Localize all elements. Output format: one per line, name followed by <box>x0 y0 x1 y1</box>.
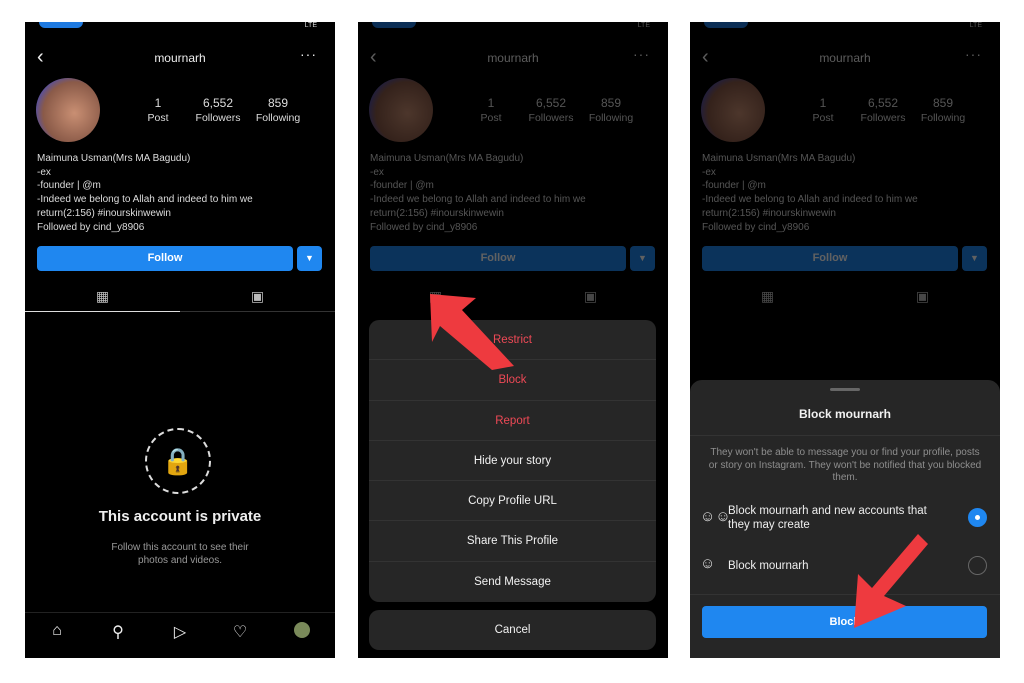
tagged-tab-icon[interactable]: ▣ <box>180 288 335 305</box>
bio-line: -founder | @m <box>37 180 101 192</box>
bio-line: -Indeed we belong to Allah and indeed to… <box>37 194 253 206</box>
bio-line: return(2:156) #inourskinwewin <box>37 207 171 219</box>
menu-item-report[interactable]: Report <box>369 401 656 441</box>
radio-block-and-new[interactable] <box>968 508 987 527</box>
phone-profile: LTE ‹ mournarh ··· 1 Post 6,552 Followers … <box>25 22 335 658</box>
pointer-arrow-icon <box>430 294 514 370</box>
radio-block-only[interactable] <box>968 556 987 575</box>
menu-item-copy-url[interactable]: Copy Profile URL <box>369 481 656 522</box>
follow-button[interactable]: Follow <box>37 246 293 271</box>
bio-name: Maimuna Usman(Mrs MA Bagudu) <box>37 153 191 164</box>
heart-icon[interactable]: ♡ <box>225 622 255 642</box>
block-sheet: Block mournarh They won't be able to mes… <box>690 380 1000 658</box>
block-title: Block mournarh <box>798 407 891 421</box>
menu-item-share-profile[interactable]: Share This Profile <box>369 521 656 562</box>
sheet-handle[interactable] <box>830 388 860 391</box>
person-icon: ☺ <box>700 555 716 572</box>
bio-line: -ex <box>37 166 51 178</box>
divider <box>690 435 1000 436</box>
divider <box>690 594 1000 595</box>
suggestions-chevron-button[interactable]: ▼ <box>297 246 322 271</box>
phone-action-sheet: LTE ‹ mournarh ··· 1Post 6,552Followers … <box>358 22 668 658</box>
block-button[interactable]: Block <box>702 606 987 638</box>
option-block-and-new[interactable]: Block mournarh and new accounts that the… <box>728 504 938 532</box>
search-icon[interactable]: ⚲ <box>103 622 133 642</box>
private-title: This account is private <box>98 508 262 525</box>
lock-icon: 🔒 <box>145 428 211 494</box>
home-icon[interactable]: ⌂ <box>42 622 72 640</box>
stat-following[interactable]: 859 Following <box>243 96 313 124</box>
status-time-pill <box>39 22 83 28</box>
nav-divider <box>25 612 335 613</box>
tab-indicator <box>25 311 180 312</box>
profile-avatar-icon[interactable] <box>287 622 317 643</box>
block-description: They won't be able to message you or fin… <box>708 447 982 483</box>
network-status: LTE <box>304 22 317 29</box>
bio: Maimuna Usman(Mrs MA Bagudu) -ex -founde… <box>37 152 317 234</box>
more-options-icon[interactable]: ··· <box>300 46 317 62</box>
menu-item-hide-story[interactable]: Hide your story <box>369 441 656 482</box>
cancel-button[interactable]: Cancel <box>369 610 656 650</box>
tab-divider <box>180 311 335 312</box>
menu-item-send-message[interactable]: Send Message <box>369 562 656 602</box>
reels-icon[interactable]: ▷ <box>165 622 195 642</box>
followed-by[interactable]: Followed by cind_y8906 <box>37 221 317 235</box>
phone-block-confirm: LTE ‹ mournarh ··· 1Post 6,552Followers … <box>690 22 1000 658</box>
profile-username: mournarh <box>154 51 206 65</box>
private-subtitle: Follow this account to see their photos … <box>111 542 249 566</box>
grid-tab-icon[interactable]: ▦ <box>25 288 180 305</box>
pointer-arrow-icon <box>854 534 928 628</box>
people-icon: ☺☺ <box>700 508 731 525</box>
avatar[interactable] <box>36 78 100 142</box>
